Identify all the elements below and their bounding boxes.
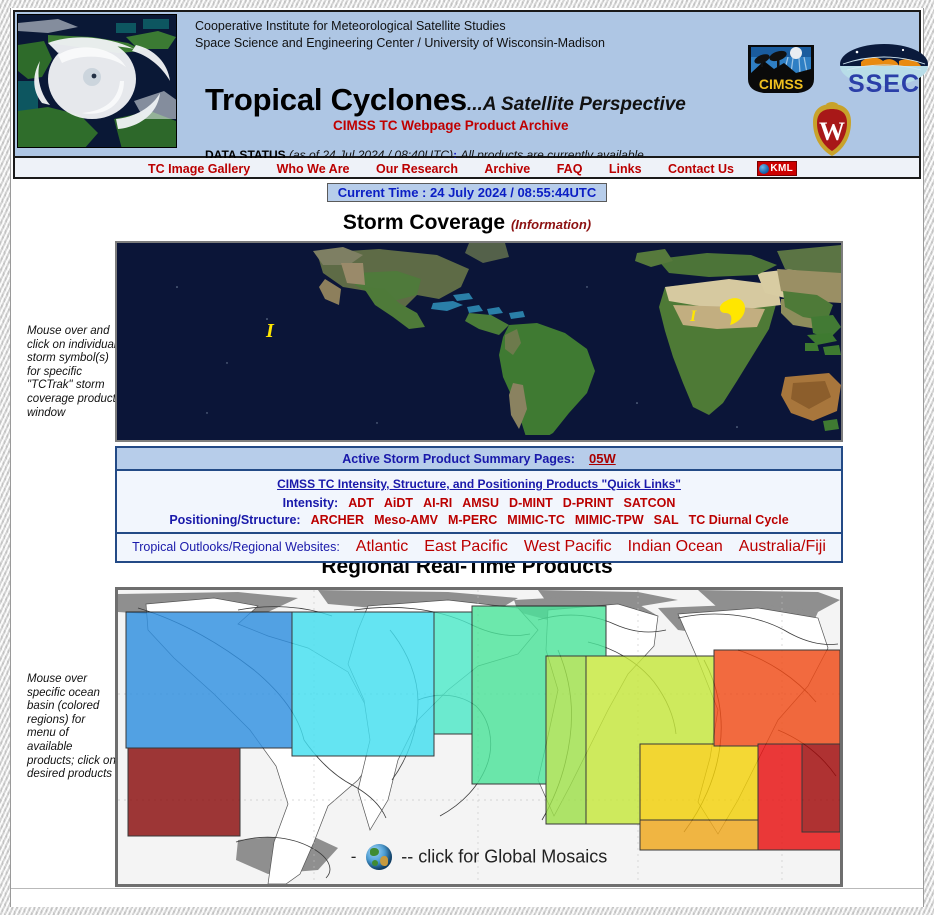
global-mosaic-dash: - <box>350 847 357 866</box>
intensity-label: Intensity: <box>282 496 339 510</box>
globe-continent-3 <box>371 860 378 866</box>
site-banner: Cooperative Institute for Meteorological… <box>13 10 928 162</box>
intensity-link-satcon[interactable]: SATCON <box>624 496 676 510</box>
uw-crest-logo[interactable]: W <box>810 102 854 158</box>
nav-item-our-research[interactable]: Our Research <box>376 162 458 176</box>
storm-coverage-heading: Storm Coverage (Information) <box>11 211 923 235</box>
quick-links-title[interactable]: CIMSS TC Intensity, Structure, and Posit… <box>277 477 681 491</box>
current-time-row: Current Time : 24 July 2024 / 08:55:44UT… <box>11 179 923 207</box>
basin-south-pacific-east <box>801 743 840 833</box>
basin-west-pacific <box>713 649 840 747</box>
active-storm-summary-label: Active Storm Product Summary Pages: <box>342 452 575 466</box>
org-line-2: Space Science and Engineering Center / U… <box>195 36 605 50</box>
positioning-links-row: Positioning/Structure: ARCHER Meso-AMV M-PE… <box>117 513 841 527</box>
nav-item-links[interactable]: Links <box>609 162 642 176</box>
globe-continent-2 <box>379 856 388 866</box>
outlook-link-australia-fiji[interactable]: Australia/Fiji <box>739 538 826 555</box>
global-mosaics-label[interactable]: -- click for Global Mosaics <box>401 847 607 867</box>
intensity-links-row: Intensity: ADT AiDT AI-RI AMSU D-MINT D-PRINT S… <box>117 496 841 510</box>
outlook-link-east-pacific[interactable]: East Pacific <box>424 538 508 555</box>
kml-globe-icon <box>759 163 770 174</box>
nav-item-faq[interactable]: FAQ <box>557 162 583 176</box>
regional-products-side-note: Mouse over specific ocean basin (colored… <box>27 673 116 781</box>
storm-coverage-section: Mouse over and click on individual storm… <box>11 241 923 563</box>
regional-basin-map[interactable]: - -- click for Global Mosaics <box>115 587 843 887</box>
basin-north-atlantic <box>291 611 435 757</box>
intensity-link-adt[interactable]: ADT <box>348 496 374 510</box>
uw-crest-letter: W <box>819 117 845 146</box>
positioning-link-mimic-tpw[interactable]: MIMIC-TPW <box>575 513 644 527</box>
nav-item-who-we-are[interactable]: Who We Are <box>277 162 350 176</box>
positioning-link-meso-amv[interactable]: Meso-AMV <box>374 513 438 527</box>
intensity-link-amsu[interactable]: AMSU <box>462 496 499 510</box>
global-storm-coverage-map[interactable]: I I <box>115 241 843 442</box>
intensity-link-d-mint[interactable]: D-MINT <box>509 496 553 510</box>
quick-links-body: CIMSS TC Intensity, Structure, and Posit… <box>117 471 841 534</box>
storm-marker-indochina: I <box>689 308 697 325</box>
main-navigation: TC Image Gallery Who We Are Our Research… <box>13 158 921 179</box>
title-subtitle: ...A Satellite Perspective <box>466 94 686 115</box>
hurricane-satellite-image <box>17 14 177 148</box>
cimss-logo[interactable]: CIMSS <box>740 39 822 97</box>
outlook-link-west-pacific[interactable]: West Pacific <box>524 538 612 555</box>
cimss-logo-text: CIMSS <box>759 76 803 92</box>
kml-button[interactable]: KML <box>757 161 797 177</box>
positioning-link-archer[interactable]: ARCHER <box>311 513 364 527</box>
nav-items: TC Image Gallery Who We Are Our Research… <box>137 158 797 178</box>
title-archive-label: CIMSS TC Webpage Product Archive <box>333 118 569 133</box>
nav-item-archive[interactable]: Archive <box>484 162 530 176</box>
ssec-logo-text: SSEC <box>848 70 920 98</box>
current-time-box: Current Time : 24 July 2024 / 08:55:44UT… <box>326 183 608 202</box>
storm-marker-east-pacific: I <box>265 320 275 342</box>
page-title: Tropical Cyclones...A Satellite Perspect… <box>205 82 686 118</box>
tropical-outlooks-row: Tropical Outlooks/Regional Websites: Atla… <box>117 534 841 561</box>
outlooks-label: Tropical Outlooks/Regional Websites: <box>132 540 340 554</box>
positioning-link-mimic-tc[interactable]: MIMIC-TC <box>507 513 565 527</box>
globe-continent-1 <box>369 848 379 856</box>
active-storm-summary-row: Active Storm Product Summary Pages: 05W <box>117 448 841 471</box>
nav-item-tc-image-gallery[interactable]: TC Image Gallery <box>148 162 250 176</box>
page-container: Cooperative Institute for Meteorological… <box>10 8 928 907</box>
intensity-link-d-print[interactable]: D-PRINT <box>563 496 614 510</box>
organization-lines: Cooperative Institute for Meteorological… <box>195 18 605 52</box>
positioning-label: Positioning/Structure: <box>169 513 301 527</box>
intensity-link-aidt[interactable]: AiDT <box>384 496 413 510</box>
intensity-link-ai-ri[interactable]: AI-RI <box>423 496 452 510</box>
basin-south-atlantic <box>127 747 241 837</box>
title-main: Tropical Cyclones <box>205 82 467 117</box>
active-storm-05w-link[interactable]: 05W <box>589 451 616 466</box>
basin-north-east-pacific <box>125 611 293 749</box>
basin-atlantic-east <box>433 611 473 735</box>
storm-coverage-information-link[interactable]: (Information) <box>511 217 591 232</box>
globe-icon[interactable] <box>365 844 392 870</box>
nav-item-contact-us[interactable]: Contact Us <box>668 162 734 176</box>
kml-label: KML <box>770 163 793 175</box>
positioning-link-sal[interactable]: SAL <box>654 513 679 527</box>
org-line-1: Cooperative Institute for Meteorological… <box>195 19 506 33</box>
regional-products-section: Mouse over specific ocean basin (colored… <box>11 587 923 897</box>
positioning-link-m-perc[interactable]: M-PERC <box>448 513 497 527</box>
global-mosaics-row[interactable]: - -- click for Global Mosaics <box>118 844 840 870</box>
footer-divider <box>11 888 923 889</box>
storm-coverage-side-note: Mouse over and click on individual storm… <box>27 325 117 419</box>
quick-links-table: Active Storm Product Summary Pages: 05W C… <box>115 446 843 563</box>
ssec-logo[interactable]: SSEC <box>837 42 931 98</box>
outlook-link-atlantic[interactable]: Atlantic <box>356 538 408 555</box>
positioning-link-tc-diurnal-cycle[interactable]: TC Diurnal Cycle <box>689 513 789 527</box>
outlook-link-indian-ocean[interactable]: Indian Ocean <box>628 538 723 555</box>
storm-coverage-heading-text: Storm Coverage <box>342 211 506 234</box>
